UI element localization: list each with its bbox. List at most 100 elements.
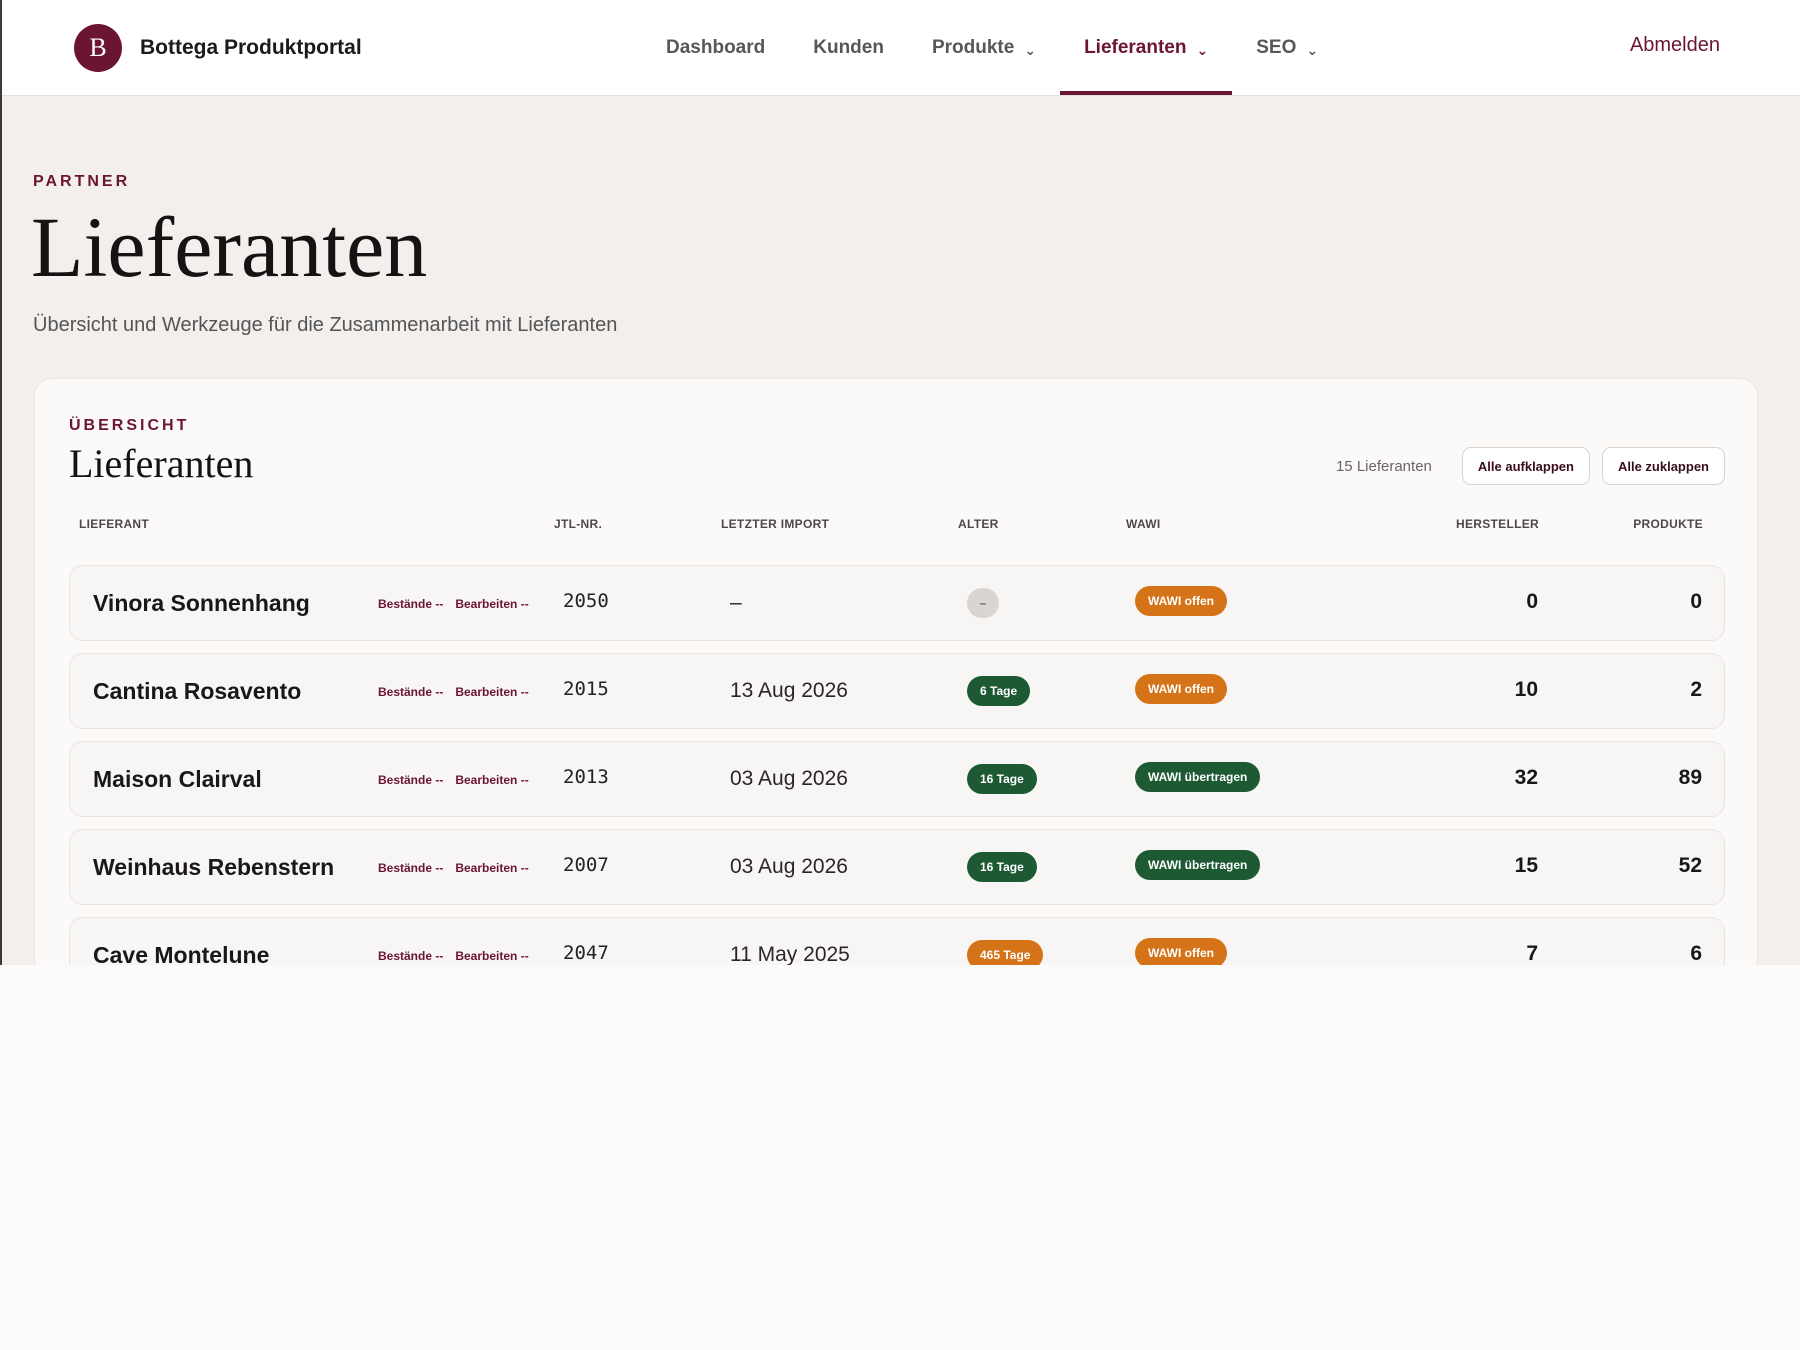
wawi-cell: WAWI übertragen xyxy=(1135,762,1261,792)
last-import: 03 Aug 2026 xyxy=(730,855,848,878)
collapse-all-button[interactable]: Alle zuklappen xyxy=(1601,447,1725,485)
supplier-name[interactable]: Vinora Sonnenhang xyxy=(93,590,310,617)
age-cell: 16 Tage xyxy=(967,764,1037,794)
stock-link[interactable]: Bestände -- xyxy=(378,597,443,611)
jtl-number: 2015 xyxy=(563,678,609,700)
column-header-wawi: WAWI xyxy=(1126,517,1161,531)
product-count: 52 xyxy=(1678,854,1702,877)
table-row[interactable]: Cave Montelune Bestände -- Bearbeiten -- 20… xyxy=(69,917,1725,965)
expand-all-button[interactable]: Alle aufklappen xyxy=(1461,447,1590,485)
manufacturer-count: 32 xyxy=(1514,766,1538,789)
manufacturer-count: 0 xyxy=(1526,590,1538,613)
card-eyebrow: ÜBERSICHT xyxy=(69,417,190,434)
manufacturer-count: 10 xyxy=(1514,678,1538,701)
table-row[interactable]: Maison Clairval Bestände -- Bearbeiten -- 2… xyxy=(69,741,1725,817)
edit-link[interactable]: Bearbeiten -- xyxy=(455,949,528,963)
wawi-status-badge: WAWI offen xyxy=(1135,938,1227,965)
nav-item-label: Kunden xyxy=(813,36,884,58)
supplier-count: 15 Lieferanten xyxy=(1335,457,1432,475)
age-cell: – xyxy=(967,588,999,618)
table-row[interactable]: Cantina Rosavento Bestände -- Bearbeiten -… xyxy=(69,653,1725,729)
nav-item-kunden[interactable]: Kunden xyxy=(789,0,908,95)
edit-link[interactable]: Bearbeiten -- xyxy=(455,773,528,787)
chevron-down-icon: ⌄ xyxy=(1306,42,1319,58)
wawi-status-badge: WAWI offen xyxy=(1135,586,1227,616)
chevron-down-icon: ⌄ xyxy=(1024,42,1037,58)
stock-link[interactable]: Bestände -- xyxy=(378,773,443,787)
nav-item-produkte[interactable]: Produkte ⌄ xyxy=(908,0,1060,95)
top-navbar: B Bottega Produktportal Dashboard Kunden P… xyxy=(2,0,1800,96)
page-subtitle: Übersicht und Werkzeuge für die Zusammen… xyxy=(33,314,618,336)
chevron-down-icon: ⌄ xyxy=(1196,42,1209,58)
age-cell: 16 Tage xyxy=(967,852,1037,882)
column-header-alter: ALTER xyxy=(958,517,999,531)
card-title: Lieferanten xyxy=(69,441,254,486)
column-header-lieferant: LIEFERANT xyxy=(79,517,150,531)
age-cell: 6 Tage xyxy=(967,676,1031,706)
row-actions: Bestände -- Bearbeiten -- xyxy=(378,685,541,699)
stock-link[interactable]: Bestände -- xyxy=(378,861,443,875)
jtl-number: 2007 xyxy=(563,854,609,876)
column-header-hersteller: HERSTELLER xyxy=(1455,517,1539,531)
nav-item-dashboard[interactable]: Dashboard xyxy=(642,0,789,95)
manufacturer-count: 7 xyxy=(1526,942,1538,965)
brand[interactable]: B Bottega Produktportal xyxy=(74,24,362,72)
wawi-cell: WAWI offen xyxy=(1135,674,1227,704)
edit-link[interactable]: Bearbeiten -- xyxy=(455,861,528,875)
wawi-status-badge: WAWI übertragen xyxy=(1135,850,1261,880)
card-toolbar: 15 Lieferanten Alle aufklappen Alle zukl… xyxy=(1336,447,1725,485)
age-badge: 465 Tage xyxy=(967,940,1044,965)
manufacturer-count: 15 xyxy=(1514,854,1538,877)
jtl-number: 2047 xyxy=(563,942,609,964)
suppliers-card: ÜBERSICHT Lieferanten 15 Lieferanten All… xyxy=(34,378,1758,965)
page-title: Lieferanten xyxy=(31,199,428,295)
age-badge: 6 Tage xyxy=(967,676,1031,706)
wawi-status-badge: WAWI übertragen xyxy=(1135,762,1261,792)
supplier-name[interactable]: Maison Clairval xyxy=(93,766,262,793)
nav-item-seo[interactable]: SEO ⌄ xyxy=(1232,0,1342,95)
supplier-name[interactable]: Weinhaus Rebenstern xyxy=(93,854,334,881)
table-header: LIEFERANT JTL-NR. LETZTER IMPORT ALTER W… xyxy=(69,517,1725,541)
nav-item-lieferanten[interactable]: Lieferanten ⌄ xyxy=(1060,0,1233,95)
brand-logo: B xyxy=(74,24,122,72)
last-import: – xyxy=(730,591,742,614)
edit-link[interactable]: Bearbeiten -- xyxy=(455,685,528,699)
row-actions: Bestände -- Bearbeiten -- xyxy=(378,773,541,787)
product-count: 2 xyxy=(1690,678,1702,701)
page-eyebrow: PARTNER xyxy=(33,173,131,190)
supplier-name[interactable]: Cave Montelune xyxy=(93,942,269,965)
table-row[interactable]: Weinhaus Rebenstern Bestände -- Bearbeiten… xyxy=(69,829,1725,905)
edit-link[interactable]: Bearbeiten -- xyxy=(455,597,528,611)
supplier-name[interactable]: Cantina Rosavento xyxy=(93,678,301,705)
last-import: 03 Aug 2026 xyxy=(730,767,848,790)
wawi-cell: WAWI offen xyxy=(1135,586,1227,616)
stock-link[interactable]: Bestände -- xyxy=(378,949,443,963)
last-import: 11 May 2025 xyxy=(730,943,850,965)
row-actions: Bestände -- Bearbeiten -- xyxy=(378,949,541,963)
app-viewport: B Bottega Produktportal Dashboard Kunden P… xyxy=(0,0,1800,965)
age-cell: 465 Tage xyxy=(967,940,1044,965)
row-actions: Bestände -- Bearbeiten -- xyxy=(378,861,541,875)
column-header-jtl: JTL-NR. xyxy=(554,517,603,531)
product-count: 0 xyxy=(1690,590,1702,613)
column-header-produkte: PRODUKTE xyxy=(1633,517,1703,531)
nav-item-label: Produkte xyxy=(931,36,1015,58)
product-count: 89 xyxy=(1678,766,1702,789)
product-count: 6 xyxy=(1690,942,1702,965)
wawi-cell: WAWI offen xyxy=(1135,938,1227,965)
age-badge: 16 Tage xyxy=(967,764,1037,794)
column-header-import: LETZTER IMPORT xyxy=(721,517,830,531)
wawi-cell: WAWI übertragen xyxy=(1135,850,1261,880)
logout-link[interactable]: Abmelden xyxy=(1630,34,1720,57)
main-nav: Dashboard Kunden Produkte ⌄ Lieferanten ⌄ SEO ⌄ xyxy=(642,0,1342,95)
table-row[interactable]: Vinora Sonnenhang Bestände -- Bearbeiten -… xyxy=(69,565,1725,641)
stock-link[interactable]: Bestände -- xyxy=(378,685,443,699)
age-badge: 16 Tage xyxy=(967,852,1037,882)
jtl-number: 2050 xyxy=(563,590,609,612)
nav-item-label: Lieferanten xyxy=(1084,36,1187,58)
jtl-number: 2013 xyxy=(563,766,609,788)
row-actions: Bestände -- Bearbeiten -- xyxy=(378,597,541,611)
last-import: 13 Aug 2026 xyxy=(730,679,848,702)
age-badge: – xyxy=(967,588,999,618)
wawi-status-badge: WAWI offen xyxy=(1135,674,1227,704)
